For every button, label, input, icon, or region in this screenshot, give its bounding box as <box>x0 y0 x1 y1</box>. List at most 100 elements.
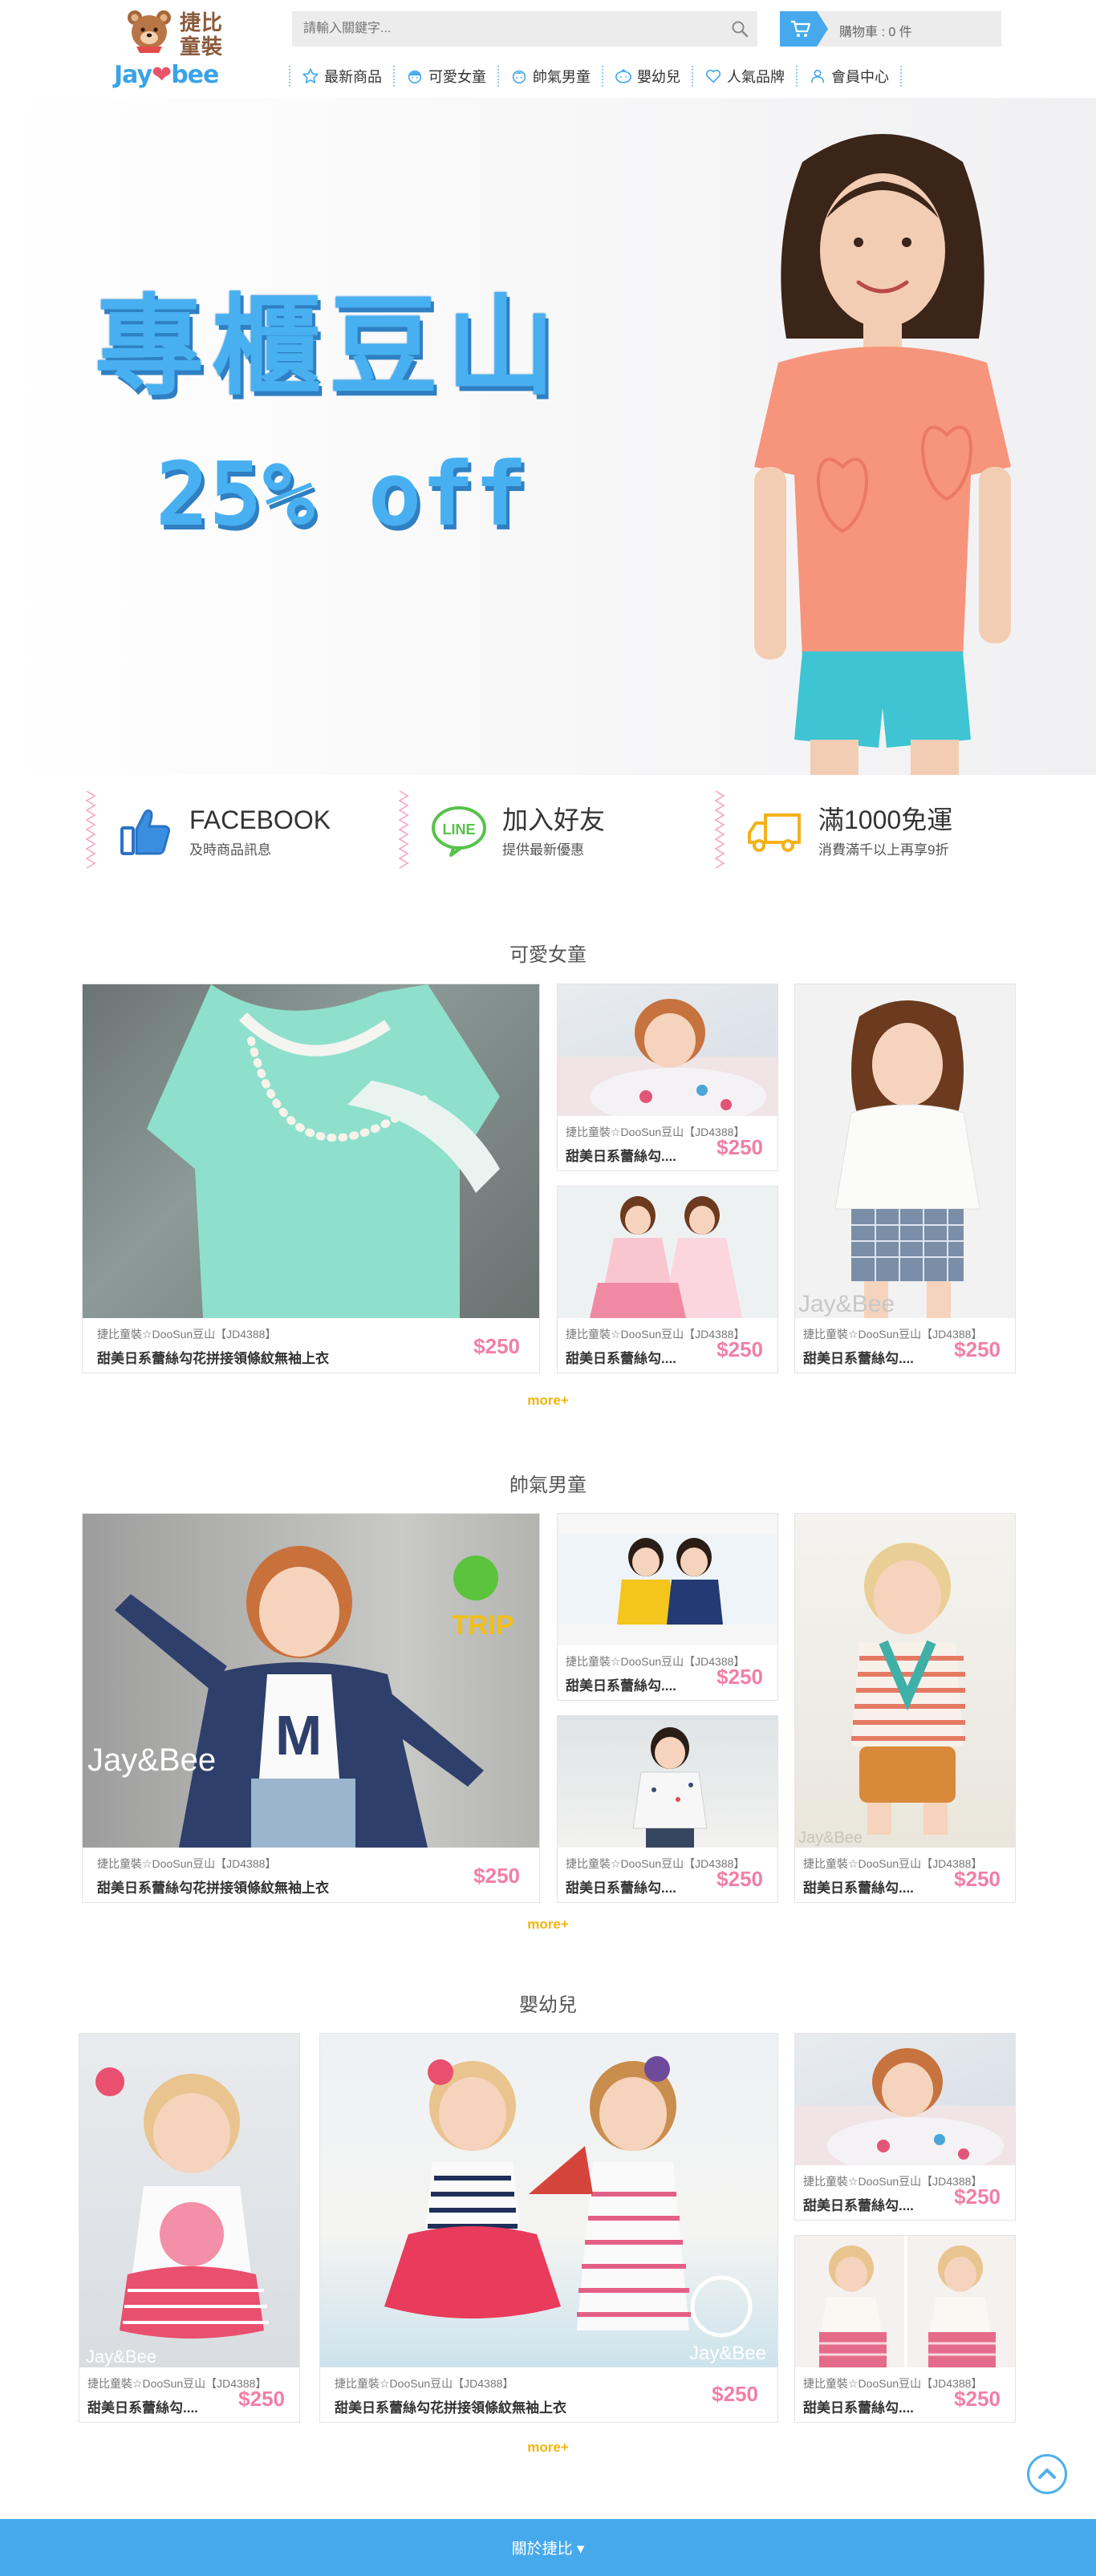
product-price: $250 <box>954 2387 1001 2411</box>
product-card[interactable]: M TRIP Jay&Bee 捷比童裝☆DooSun豆山【JD4388】 甜美日… <box>82 1513 540 1903</box>
feature-line[interactable]: LINE 加入好友 提供最新優惠 <box>398 791 605 871</box>
nav-item-label: 人氣品牌 <box>727 69 785 85</box>
girl-face-icon <box>408 70 422 84</box>
product-card[interactable]: Jay&Bee 捷比童裝☆DooSun豆山【JD4388】 甜美日系蕾絲勾花拼接… <box>319 2033 778 2423</box>
product-image <box>558 984 777 1116</box>
feature-title: 滿1000免運 <box>818 805 953 834</box>
watermark-text: Jay&Bee <box>689 2343 766 2364</box>
baby-face-icon <box>615 69 631 83</box>
product-card[interactable]: 捷比童裝☆DooSun豆山【JD4388】 甜美日系蕾絲勾.... $250 <box>557 1186 778 1373</box>
line-icon: LINE <box>432 806 486 857</box>
product-card[interactable]: 捷比童裝☆DooSun豆山【JD4388】 甜美日系蕾絲勾花拼接領條紋無袖上衣 … <box>82 984 540 1373</box>
site-logo[interactable]: 捷比童裝 Jay❤bee <box>109 6 237 96</box>
footer-bar: 關於捷比 ▾ <box>0 2519 1096 2576</box>
product-card[interactable]: 捷比童裝☆DooSun豆山【JD4388】 甜美日系蕾絲勾.... $250 <box>557 1715 778 1903</box>
truck-icon <box>748 813 801 852</box>
product-image <box>558 1514 777 1645</box>
nav-item-baby[interactable]: 嬰幼兒 <box>603 63 692 90</box>
product-image <box>83 984 539 1318</box>
more-link-boys[interactable]: more+ <box>0 1917 1096 1933</box>
product-card[interactable]: Jay&Bee 捷比童裝☆DooSun豆山【JD4388】 甜美日系蕾絲勾...… <box>794 984 1016 1373</box>
watermark-text: Jay&Bee <box>798 1291 895 1317</box>
feature-facebook[interactable]: FACEBOOK 及時商品訊息 <box>85 791 331 871</box>
product-card[interactable]: 捷比童裝☆DooSun豆山【JD4388】 甜美日系蕾絲勾.... $250 <box>557 1513 778 1701</box>
chevron-up-icon <box>1038 2468 1056 2479</box>
feature-title: 加入好友 <box>502 805 606 834</box>
product-brand: 捷比童裝☆DooSun豆山【JD4388】 <box>97 1328 277 1341</box>
search-box <box>292 11 757 47</box>
product-price: $250 <box>954 1867 1001 1891</box>
hero-banner[interactable]: 專櫃豆山 25% off <box>0 98 1096 775</box>
child-photo <box>590 1196 742 1318</box>
zigzag-divider <box>398 791 409 869</box>
site-header: 捷比童裝 Jay❤bee 購物車 : 0 件 最新商品 可愛女童 <box>0 0 1096 98</box>
watermark-text: Jay&Bee <box>86 2347 156 2367</box>
product-image: Jay&Bee <box>320 2034 777 2367</box>
product-name: 甜美日系蕾絲勾.... <box>566 1880 676 1896</box>
child-photo <box>632 1727 708 1848</box>
nav-item-label: 會員中心 <box>831 69 889 85</box>
logo-english-text: Jay❤bee <box>114 61 219 89</box>
product-card[interactable]: 捷比童裝☆DooSun豆山【JD4388】 甜美日系蕾絲勾.... $250 <box>794 2033 1016 2221</box>
product-name: 甜美日系蕾絲勾花拼接領條紋無袖上衣 <box>335 2400 566 2416</box>
product-price: $250 <box>716 1135 763 1159</box>
child-photo <box>819 2236 996 2367</box>
svg-text:LINE: LINE <box>442 821 475 838</box>
star-icon <box>302 68 319 83</box>
back-to-top-button[interactable] <box>1027 2454 1067 2494</box>
product-image: M TRIP Jay&Bee <box>83 1514 539 1848</box>
product-image: Jay&Bee <box>79 2034 299 2367</box>
product-image: Jay&Bee <box>795 984 1015 1318</box>
product-price: $250 <box>473 1334 520 1358</box>
nav-item-popular-brands[interactable]: 人氣品牌 <box>693 63 796 90</box>
feature-subtitle: 及時商品訊息 <box>189 842 271 858</box>
nav-item-member-center[interactable]: 會員中心 <box>798 63 900 90</box>
more-link-girls[interactable]: more+ <box>0 1393 1096 1409</box>
product-price: $250 <box>473 1864 520 1888</box>
product-name: 甜美日系蕾絲勾.... <box>566 1149 676 1164</box>
product-price: $250 <box>238 2387 285 2411</box>
feature-strip: FACEBOOK 及時商品訊息 LINE 加入好友 提供最新優惠 滿1000免運… <box>0 775 1096 887</box>
cart-count-text: 購物車 : 0 件 <box>839 26 912 39</box>
search-icon[interactable] <box>730 19 749 39</box>
heart-icon <box>705 69 721 83</box>
section-title-baby: 嬰幼兒 <box>519 1994 577 2016</box>
product-card[interactable]: Jay&Bee 捷比童裝☆DooSun豆山【JD4388】 甜美日系蕾絲勾...… <box>794 1513 1016 1903</box>
nav-divider <box>900 66 902 87</box>
product-name: 甜美日系蕾絲勾.... <box>803 2400 914 2416</box>
product-card[interactable]: 捷比童裝☆DooSun豆山【JD4388】 甜美日系蕾絲勾.... $250 <box>794 2235 1016 2423</box>
watermark-text: Jay&Bee <box>87 1742 216 1778</box>
product-card[interactable]: 捷比童裝☆DooSun豆山【JD4388】 甜美日系蕾絲勾.... $250 <box>557 984 778 1171</box>
nav-item-new-products[interactable]: 最新商品 <box>290 63 393 90</box>
more-link-baby[interactable]: more+ <box>0 2440 1096 2456</box>
product-card[interactable]: Jay&Bee 捷比童裝☆DooSun豆山【JD4388】 甜美日系蕾絲勾...… <box>79 2033 300 2423</box>
main-nav: 最新商品 可愛女童 帥氣男童 嬰幼兒 人氣品牌 會員中心 <box>289 63 902 90</box>
product-price: $250 <box>954 2185 1001 2209</box>
nav-item-boys[interactable]: 帥氣男童 <box>499 63 602 90</box>
product-name: 甜美日系蕾絲勾花拼接領條紋無袖上衣 <box>97 1880 329 1896</box>
feature-free-shipping[interactable]: 滿1000免運 消費滿千以上再享9折 <box>714 791 952 871</box>
search-input[interactable] <box>292 11 725 47</box>
product-price: $250 <box>954 1337 1001 1361</box>
watermark-text: Jay&Bee <box>798 1829 863 1847</box>
product-name: 甜美日系蕾絲勾.... <box>803 1880 914 1896</box>
nav-item-label: 最新商品 <box>324 69 382 85</box>
child-photo <box>795 2048 1015 2165</box>
product-name: 甜美日系蕾絲勾.... <box>87 2400 198 2416</box>
banner-title: 專櫃豆山 <box>95 284 563 411</box>
cart-button[interactable]: 購物車 : 0 件 <box>780 11 1001 47</box>
user-icon <box>810 69 825 83</box>
child-photo <box>558 1535 777 1625</box>
thumbs-up-icon <box>120 809 170 855</box>
bear-mascot-icon <box>128 10 171 53</box>
child-photo: M TRIP Jay&Bee <box>87 1546 513 1848</box>
section-title-girls: 可愛女童 <box>509 944 587 966</box>
product-price: $250 <box>716 1867 763 1891</box>
product-image <box>558 1716 777 1848</box>
logo-chinese-text: 捷比童裝 <box>180 11 224 59</box>
child-photo: Jay&Bee <box>86 2067 269 2367</box>
product-name: 甜美日系蕾絲勾.... <box>803 1351 914 1366</box>
about-jaybee-link[interactable]: 關於捷比 ▾ <box>512 2537 585 2558</box>
nav-item-girls[interactable]: 可愛女童 <box>395 63 497 90</box>
children-photo: Jay&Bee <box>384 2056 766 2364</box>
